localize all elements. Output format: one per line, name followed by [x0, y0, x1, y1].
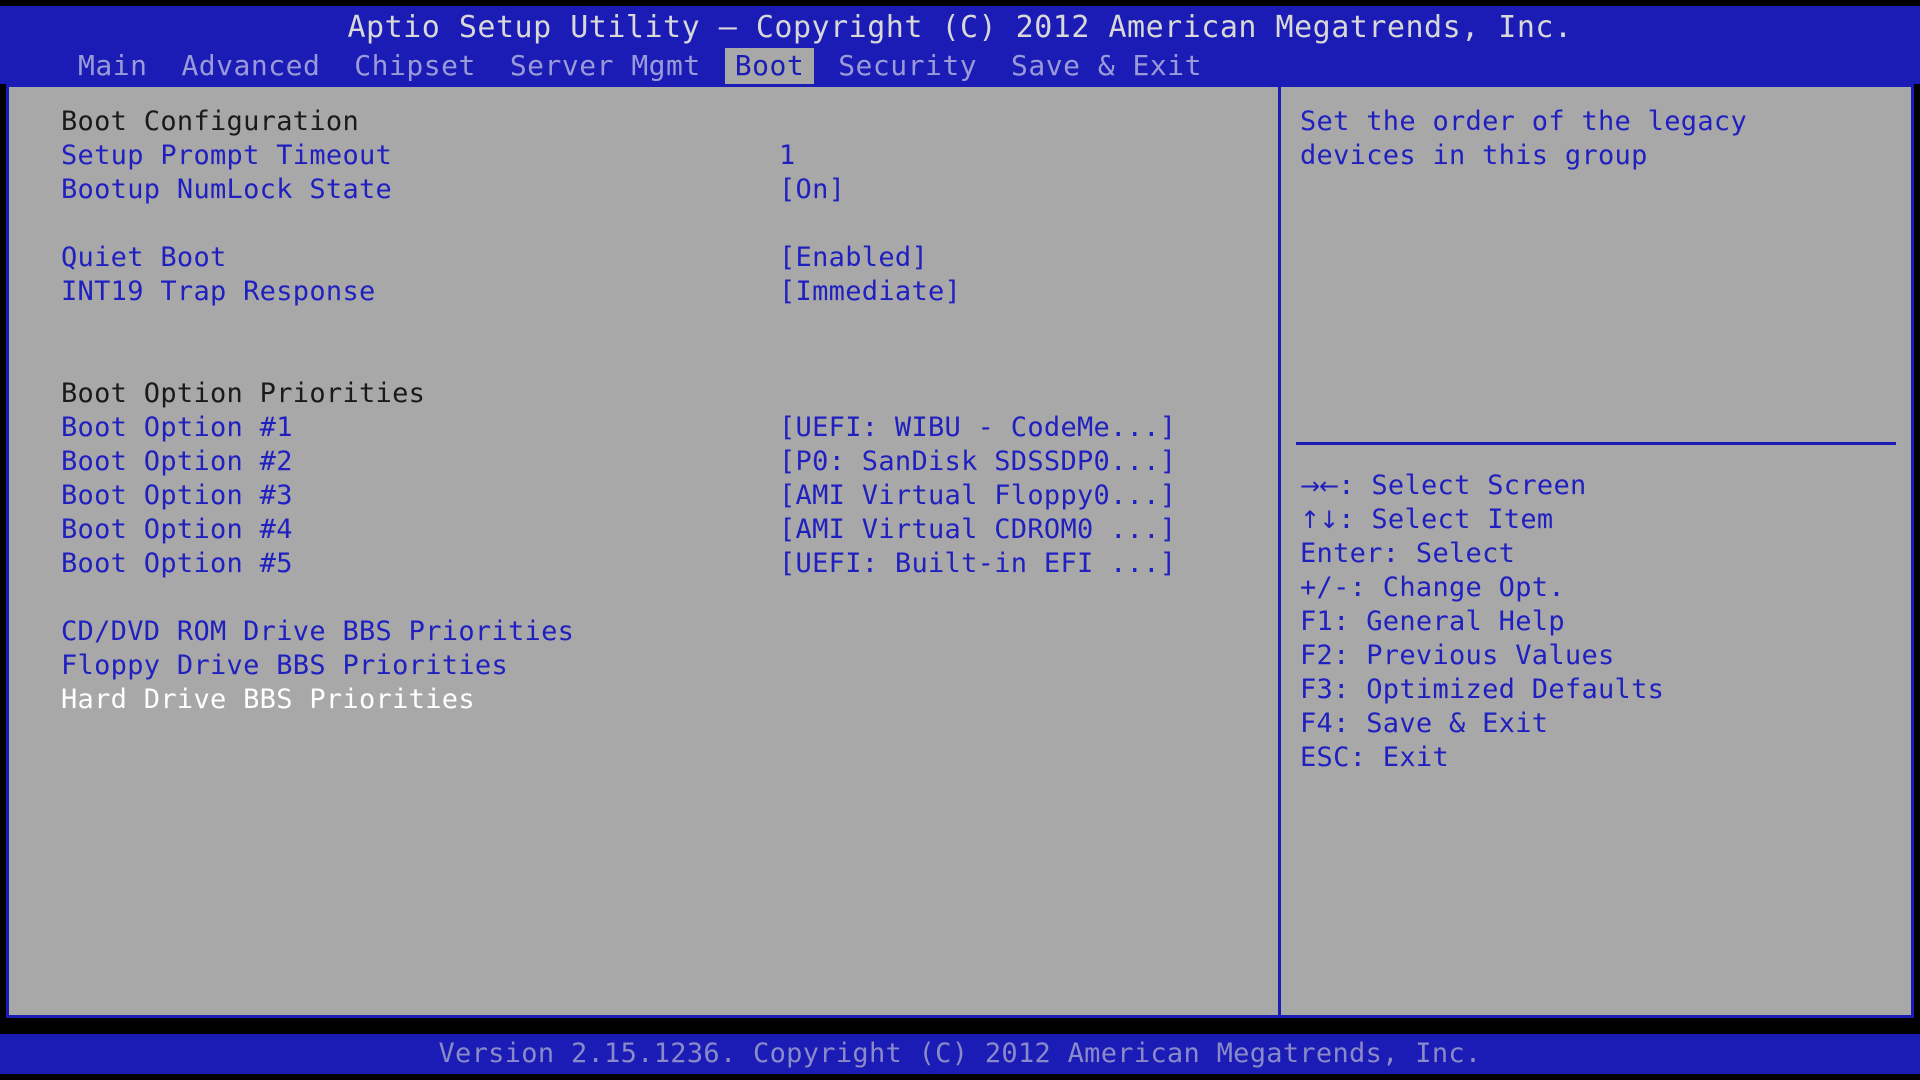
setting-row-floppy-drive-bbs-priorities[interactable]: Floppy Drive BBS Priorities: [61, 649, 1278, 683]
setting-label: Floppy Drive BBS Priorities: [61, 650, 508, 681]
setting-row-boot-option-#5[interactable]: Boot Option #5 [UEFI: Built-in EFI ...]: [61, 547, 1278, 581]
key-hint-row: ESC: Exit: [1300, 741, 1900, 775]
key-hint-row: F3: Optimized Defaults: [1300, 673, 1900, 707]
row-spacer: [61, 343, 1278, 377]
setting-row-cd-dvd-rom-drive-bbs-priorities[interactable]: CD/DVD ROM Drive BBS Priorities: [61, 615, 1278, 649]
row-spacer: [61, 309, 1278, 343]
menu-tab-main[interactable]: Main: [68, 48, 157, 84]
setting-row-int19-trap-response[interactable]: INT19 Trap Response [Immediate]: [61, 275, 1278, 309]
setting-row-quiet-boot[interactable]: Quiet Boot [Enabled]: [61, 241, 1278, 275]
setting-row-boot-option-#2[interactable]: Boot Option #2 [P0: SanDisk SDSSDP0...]: [61, 445, 1278, 479]
key-hint-label: ESC: Exit: [1300, 742, 1449, 773]
help-separator: [1296, 442, 1896, 445]
menu-tab-chipset[interactable]: Chipset: [344, 48, 486, 84]
section-header-boot-configuration: Boot Configuration: [61, 105, 1278, 139]
setting-row-boot-option-#1[interactable]: Boot Option #1 [UEFI: WIBU - CodeMe...]: [61, 411, 1278, 445]
row-spacer: [61, 581, 1278, 615]
setting-value[interactable]: [UEFI: Built-in EFI ...]: [779, 547, 1176, 581]
setting-label: Quiet Boot: [61, 242, 227, 273]
key-hint-row: F2: Previous Values: [1300, 639, 1900, 673]
key-hint-row: F4: Save & Exit: [1300, 707, 1900, 741]
setting-row-bootup-numlock-state[interactable]: Bootup NumLock State [On]: [61, 173, 1278, 207]
key-hint-label: +/-: Change Opt.: [1300, 572, 1565, 603]
setting-label: Boot Option #4: [61, 514, 293, 545]
key-hint-row: Enter: Select: [1300, 537, 1900, 571]
row-spacer: [61, 207, 1278, 241]
menu-bar: Main Advanced Chipset Server Mgmt Boot Securi…: [0, 48, 1920, 84]
setting-label: Boot Option #5: [61, 548, 293, 579]
section-header-boot-option-priorities: Boot Option Priorities: [61, 377, 1278, 411]
key-hint-row: ↑↓: Select Item: [1300, 503, 1900, 537]
setting-row-setup-prompt-timeout[interactable]: Setup Prompt Timeout 1: [61, 139, 1278, 173]
setting-row-boot-option-#3[interactable]: Boot Option #3 [AMI Virtual Floppy0...]: [61, 479, 1278, 513]
section-header-label: Boot Configuration: [61, 106, 359, 137]
arrow-left-right-icon: →←: [1300, 472, 1339, 500]
arrow-up-down-icon: ↑↓: [1300, 506, 1339, 534]
menu-tab-advanced[interactable]: Advanced: [171, 48, 330, 84]
key-hint-label: : Select Screen: [1338, 470, 1587, 501]
setting-label: Setup Prompt Timeout: [61, 140, 393, 171]
setting-label: Boot Option #2: [61, 446, 293, 477]
key-legend: →←: Select Screen ↑↓: Select Item Enter: S…: [1300, 469, 1900, 775]
setting-label: Hard Drive BBS Priorities: [61, 684, 475, 715]
setting-label: INT19 Trap Response: [61, 276, 376, 307]
setting-label: Boot Option #1: [61, 412, 293, 443]
menu-tab-save-exit[interactable]: Save & Exit: [1001, 48, 1212, 84]
settings-pane: Boot Configuration Setup Prompt Timeout 1 B…: [9, 87, 1281, 1015]
title-bar: Aptio Setup Utility – Copyright (C) 2012…: [0, 6, 1920, 50]
setting-value[interactable]: [Enabled]: [779, 241, 928, 275]
setting-label: CD/DVD ROM Drive BBS Priorities: [61, 616, 575, 647]
setting-row-hard-drive-bbs-priorities[interactable]: Hard Drive BBS Priorities: [61, 683, 1278, 717]
setting-label: Bootup NumLock State: [61, 174, 393, 205]
key-hint-label: F3: Optimized Defaults: [1300, 674, 1665, 705]
setting-value[interactable]: [AMI Virtual Floppy0...]: [779, 479, 1176, 513]
setting-value[interactable]: 1: [779, 139, 796, 173]
setting-value[interactable]: [On]: [779, 173, 845, 207]
footer-bar: Version 2.15.1236. Copyright (C) 2012 Am…: [0, 1034, 1920, 1074]
key-hint-label: : Select Item: [1338, 504, 1554, 535]
setting-row-boot-option-#4[interactable]: Boot Option #4 [AMI Virtual CDROM0 ...]: [61, 513, 1278, 547]
help-description: Set the order of the legacy devices in t…: [1300, 106, 1747, 171]
key-hint-label: F2: Previous Values: [1300, 640, 1615, 671]
setting-value[interactable]: [P0: SanDisk SDSSDP0...]: [779, 445, 1176, 479]
key-hint-label: F4: Save & Exit: [1300, 708, 1549, 739]
menu-tab-security[interactable]: Security: [828, 48, 987, 84]
setting-label: Boot Option #3: [61, 480, 293, 511]
key-hint-row: →←: Select Screen: [1300, 469, 1900, 503]
menu-tab-server-mgmt[interactable]: Server Mgmt: [500, 48, 711, 84]
key-hint-row: +/-: Change Opt.: [1300, 571, 1900, 605]
help-pane: Set the order of the legacy devices in t…: [1284, 87, 1911, 1015]
section-header-label: Boot Option Priorities: [61, 378, 426, 409]
setting-value[interactable]: [Immediate]: [779, 275, 961, 309]
setting-value[interactable]: [UEFI: WIBU - CodeMe...]: [779, 411, 1176, 445]
bios-setup-screen: Aptio Setup Utility – Copyright (C) 2012…: [0, 0, 1920, 1080]
key-hint-row: F1: General Help: [1300, 605, 1900, 639]
key-hint-label: F1: General Help: [1300, 606, 1565, 637]
key-hint-label: Enter: Select: [1300, 538, 1516, 569]
menu-tab-boot[interactable]: Boot: [724, 48, 815, 84]
setting-value[interactable]: [AMI Virtual CDROM0 ...]: [779, 513, 1176, 547]
content-frame: Boot Configuration Setup Prompt Timeout 1 B…: [6, 84, 1914, 1018]
